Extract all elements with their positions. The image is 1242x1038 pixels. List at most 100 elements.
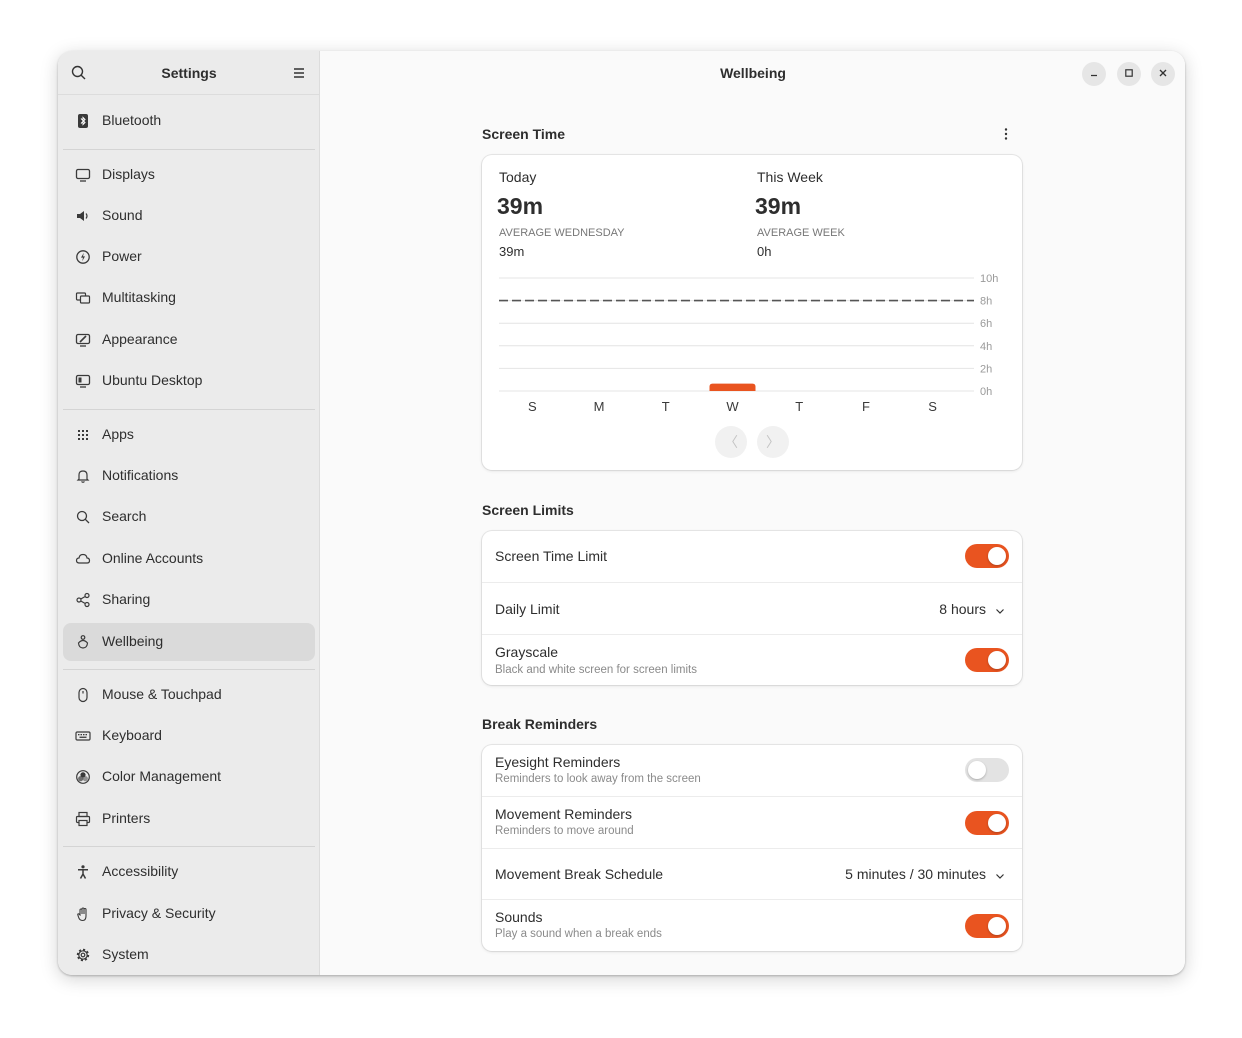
today-value: 39m (497, 193, 544, 219)
screen-time-limit-row[interactable]: Screen Time Limit (482, 531, 1022, 582)
daily-limit-row[interactable]: Daily Limit 8 hours (482, 582, 1022, 634)
bell-icon (75, 468, 91, 484)
daily-limit-value: 8 hours (939, 601, 986, 617)
break-reminders-card: Eyesight Reminders Reminders to look awa… (482, 745, 1022, 951)
sidebar-item-color-management[interactable]: Color Management (63, 758, 315, 796)
sidebar-item-power[interactable]: Power (63, 238, 315, 276)
week-label: This Week (757, 169, 823, 185)
hamburger-menu-icon[interactable] (289, 63, 309, 83)
sidebar-item-label: Mouse & Touchpad (102, 686, 222, 702)
sidebar-item-label: Keyboard (102, 727, 162, 743)
sidebar-item-apps[interactable]: Apps (63, 416, 315, 454)
sidebar-item-label: Color Management (102, 768, 222, 784)
settings-window: Settings Bluetooth Displays Sound Power … (58, 51, 1185, 975)
sidebar-item-bluetooth[interactable]: Bluetooth (63, 102, 315, 140)
x-tick-label: M (594, 399, 605, 414)
row-title: Sounds (495, 909, 543, 925)
sidebar-separator (63, 669, 315, 670)
mouse-icon (75, 687, 91, 703)
sidebar-item-printers[interactable]: Printers (63, 800, 315, 838)
sidebar-item-ubuntu-desktop[interactable]: Ubuntu Desktop (63, 362, 315, 400)
break-reminders-heading: Break Reminders (482, 716, 598, 732)
close-button[interactable] (1151, 62, 1175, 86)
y-tick-label: 6h (980, 318, 992, 330)
x-tick-label: S (528, 399, 537, 414)
screen-limits-card: Screen Time Limit Daily Limit 8 hours Gr… (482, 531, 1022, 685)
page-title: Wellbeing (720, 65, 786, 81)
usage-bar (709, 383, 756, 391)
sidebar-item-multitasking[interactable]: Multitasking (63, 279, 315, 317)
chevron-left-icon: 〈 (724, 434, 738, 450)
screen-time-card: Today 39m AVERAGE WEDNESDAY 39m This Wee… (482, 155, 1022, 470)
row-subtitle: Reminders to look away from the screen (495, 773, 701, 785)
row-subtitle: Play a sound when a break ends (495, 928, 662, 940)
sidebar-item-label: Apps (102, 426, 134, 442)
sidebar-item-keyboard[interactable]: Keyboard (63, 717, 315, 755)
movement-break-schedule-value: 5 minutes / 30 minutes (845, 866, 986, 882)
week-average-value: 0h (757, 244, 772, 259)
maximize-button[interactable] (1117, 62, 1141, 86)
sounds-row[interactable]: Sounds Play a sound when a break ends (482, 899, 1022, 951)
sidebar-item-sharing[interactable]: Sharing (63, 581, 315, 619)
printer-icon (75, 811, 91, 827)
today-average-value: 39m (499, 244, 525, 259)
grayscale-row[interactable]: Grayscale Black and white screen for scr… (482, 634, 1022, 685)
week-value: 39m (755, 193, 802, 219)
sidebar-item-notifications[interactable]: Notifications (63, 457, 315, 495)
more-options-icon[interactable] (997, 125, 1015, 143)
sidebar-item-label: Wellbeing (102, 633, 164, 649)
chevron-down-icon (994, 869, 1006, 881)
grayscale-switch[interactable] (965, 648, 1009, 672)
sidebar-item-label: Bluetooth (102, 112, 162, 128)
screen-time-heading: Screen Time (482, 126, 566, 142)
sidebar-item-accessibility[interactable]: Accessibility (63, 853, 315, 891)
sidebar-item-label: Sound (102, 207, 143, 223)
eyesight-reminders-row[interactable]: Eyesight Reminders Reminders to look awa… (482, 745, 1022, 796)
next-week-button[interactable]: 〉 (757, 426, 789, 458)
sidebar-item-online-accounts[interactable]: Online Accounts (63, 540, 315, 578)
sidebar-item-mouse-touchpad[interactable]: Mouse & Touchpad (63, 676, 315, 714)
desktop-icon (75, 373, 91, 389)
sidebar-item-appearance[interactable]: Appearance (63, 321, 315, 359)
sidebar-item-label: Search (102, 508, 147, 524)
movement-reminders-row[interactable]: Movement Reminders Reminders to move aro… (482, 796, 1022, 848)
sidebar-separator (63, 149, 315, 150)
movement-break-schedule-row[interactable]: Movement Break Schedule 5 minutes / 30 m… (482, 848, 1022, 899)
row-title: Eyesight Reminders (495, 754, 621, 770)
row-title: Movement Break Schedule (495, 866, 664, 882)
sidebar-item-displays[interactable]: Displays (63, 156, 315, 194)
sidebar-item-system[interactable]: System (63, 936, 315, 974)
sidebar-item-privacy-security[interactable]: Privacy & Security (63, 895, 315, 933)
display-icon (75, 167, 91, 183)
y-tick-label: 8h (980, 296, 992, 308)
y-tick-label: 10h (980, 273, 998, 285)
minimize-button[interactable] (1082, 62, 1106, 86)
sidebar-item-sound[interactable]: Sound (63, 197, 315, 235)
row-title: Screen Time Limit (495, 548, 608, 564)
search-icon (75, 509, 91, 525)
screen-limits-heading: Screen Limits (482, 502, 574, 518)
switch-knob (988, 547, 1006, 565)
sounds-switch[interactable] (965, 914, 1009, 938)
screen-time-limit-switch[interactable] (965, 544, 1009, 568)
sidebar-item-search[interactable]: Search (63, 498, 315, 536)
sidebar-header: Settings (58, 51, 320, 95)
movement-reminders-switch[interactable] (965, 811, 1009, 835)
switch-knob (968, 761, 986, 779)
x-tick-label: W (726, 399, 739, 414)
previous-week-button[interactable]: 〈 (715, 426, 747, 458)
row-subtitle: Reminders to move around (495, 825, 634, 837)
eyesight-reminders-switch[interactable] (965, 758, 1009, 782)
apps-grid-icon (75, 427, 91, 443)
appearance-icon (75, 332, 91, 348)
sidebar-item-label: Printers (102, 810, 151, 826)
wellbeing-icon (75, 634, 91, 650)
sidebar-item-label: Displays (102, 166, 155, 182)
sidebar: Settings Bluetooth Displays Sound Power … (58, 51, 320, 975)
y-tick-label: 0h (980, 386, 992, 398)
power-icon (75, 249, 91, 265)
sidebar-separator (63, 846, 315, 847)
sidebar-item-wellbeing[interactable]: Wellbeing (63, 623, 315, 661)
share-icon (75, 592, 91, 608)
bluetooth-icon (75, 113, 91, 129)
